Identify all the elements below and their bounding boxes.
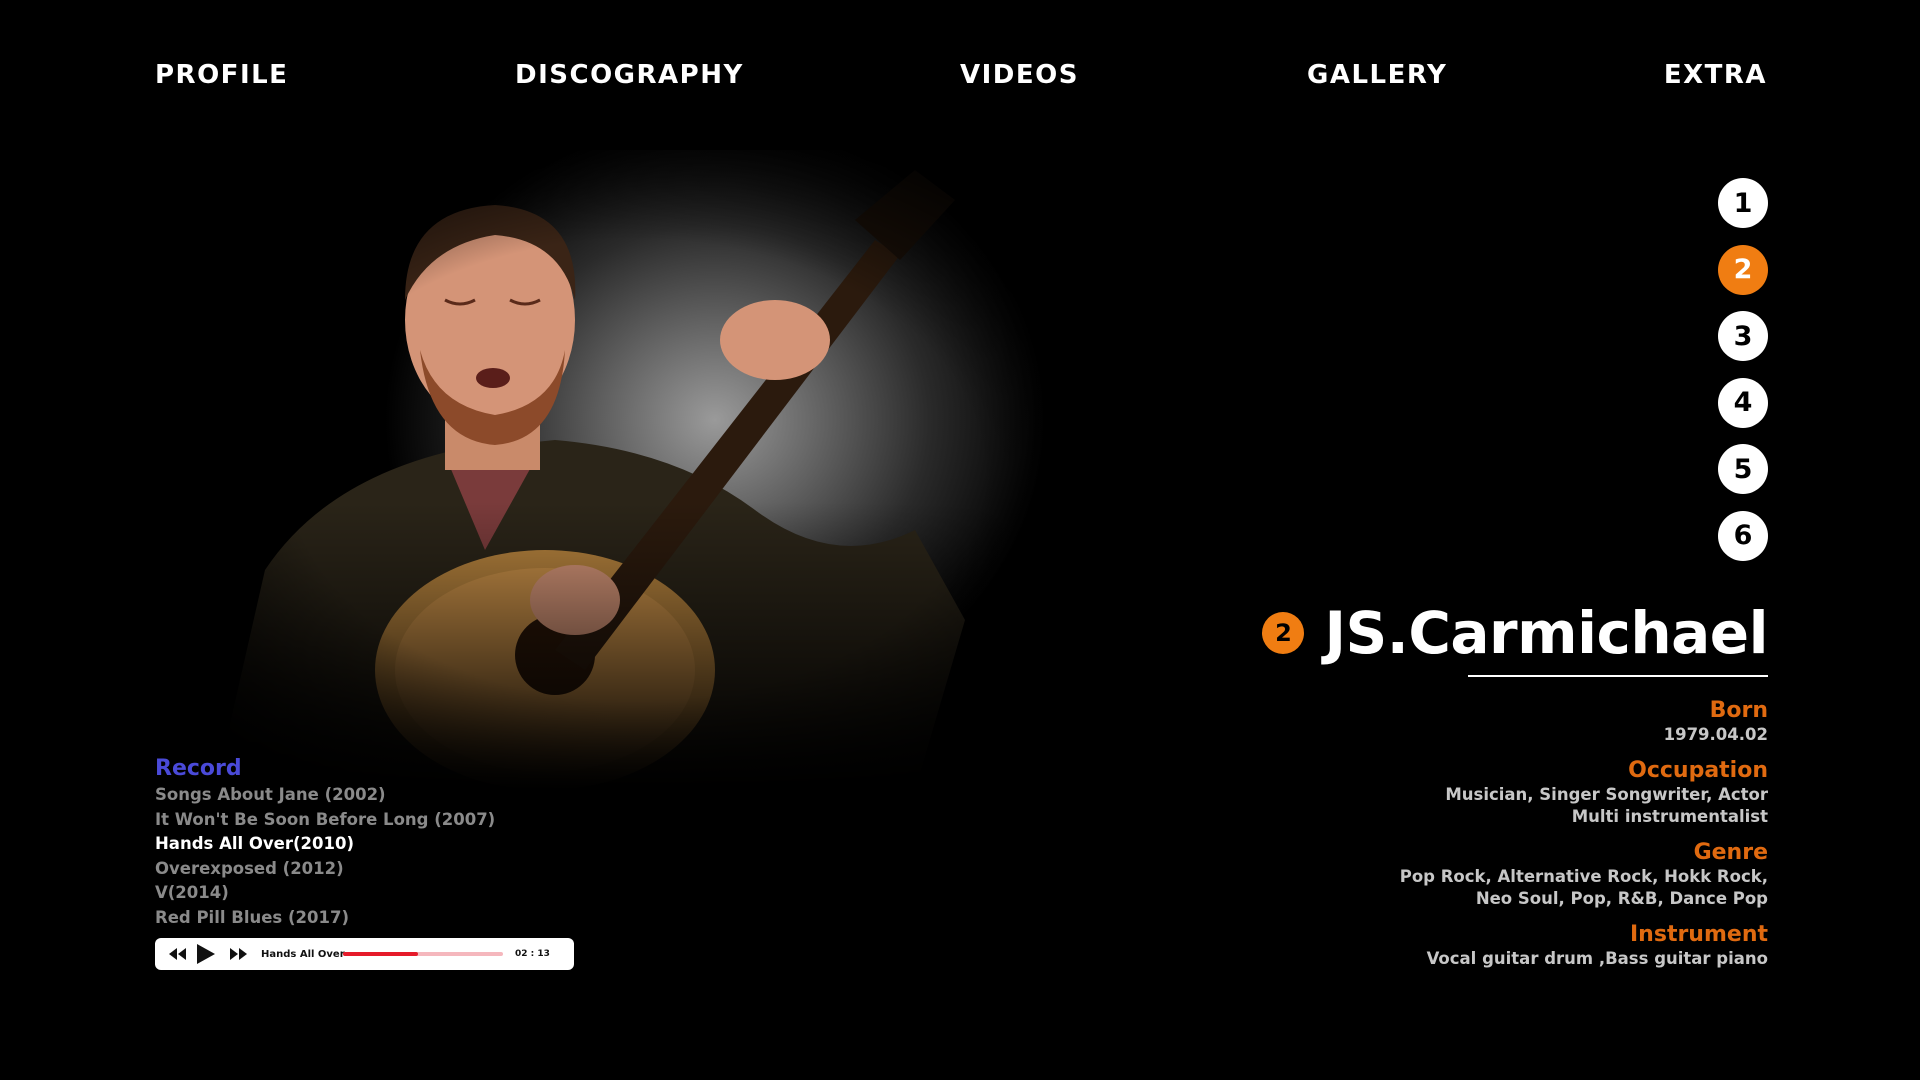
genre-label: Genre <box>1693 840 1768 865</box>
page-dot-3[interactable]: 3 <box>1718 311 1768 361</box>
born-value: 1979.04.02 <box>1663 725 1768 744</box>
page-dot-1[interactable]: 1 <box>1718 178 1768 228</box>
instrument-value: Vocal guitar drum ,Bass guitar piano <box>1426 949 1768 968</box>
record-title: Record <box>155 756 242 781</box>
track-title: Hands All Over <box>261 948 345 960</box>
record-item[interactable]: Songs About Jane (2002) <box>155 783 495 808</box>
record-list: Record Songs About Jane (2002) It Won't … <box>155 755 495 930</box>
page-dot-5[interactable]: 5 <box>1718 444 1768 494</box>
record-item[interactable]: V(2014) <box>155 881 495 906</box>
genre-value-line2: Neo Soul, Pop, R&B, Dance Pop <box>1475 889 1768 908</box>
page-dot-2[interactable]: 2 <box>1718 244 1768 295</box>
instrument-label: Instrument <box>1630 922 1768 947</box>
record-item[interactable]: Red Pill Blues (2017) <box>155 906 495 931</box>
audio-player: Hands All Over 02 : 13 <box>155 938 574 970</box>
nav-gallery[interactable]: GALLERY <box>1307 60 1447 90</box>
fast-forward-icon[interactable] <box>229 948 249 960</box>
artist-name: JS.Carmichael <box>1324 599 1768 667</box>
rewind-icon[interactable] <box>167 948 187 960</box>
artist-photo <box>155 150 1115 790</box>
born-group: Born 1979.04.02 <box>1208 698 1768 746</box>
occupation-value-line2: Multi instrumentalist <box>1571 807 1768 826</box>
artist-heading: 2 JS.Carmichael <box>1262 598 1768 668</box>
play-icon[interactable] <box>197 944 215 964</box>
page-dot-6[interactable]: 6 <box>1718 510 1768 561</box>
track-time: 02 : 13 <box>515 949 550 959</box>
record-item[interactable]: Overexposed (2012) <box>155 857 495 882</box>
nav-extra[interactable]: EXTRA <box>1664 60 1767 90</box>
nav-videos[interactable]: VIDEOS <box>960 60 1079 90</box>
artist-info: Born 1979.04.02 Occupation Musician, Sin… <box>1208 698 1768 982</box>
progress-bar[interactable] <box>343 952 503 956</box>
artist-page-badge: 2 <box>1262 612 1305 654</box>
progress-fill <box>343 952 419 956</box>
page-index: 1 2 3 4 5 6 <box>1718 178 1768 577</box>
record-item[interactable]: It Won't Be Soon Before Long (2007) <box>155 808 495 833</box>
genre-group: Genre Pop Rock, Alternative Rock, Hokk R… <box>1208 840 1768 910</box>
occupation-value-line1: Musician, Singer Songwriter, Actor <box>1445 785 1768 804</box>
genre-value-line1: Pop Rock, Alternative Rock, Hokk Rock, <box>1399 867 1768 886</box>
top-nav: PROFILE DISCOGRAPHY VIDEOS GALLERY EXTRA <box>155 60 1767 96</box>
nav-discography[interactable]: DISCOGRAPHY <box>515 60 744 90</box>
page-dot-4[interactable]: 4 <box>1718 377 1768 428</box>
occupation-label: Occupation <box>1628 758 1768 783</box>
occupation-group: Occupation Musician, Singer Songwriter, … <box>1208 758 1768 828</box>
born-label: Born <box>1709 698 1768 723</box>
instrument-group: Instrument Vocal guitar drum ,Bass guita… <box>1208 922 1768 970</box>
record-item-active[interactable]: Hands All Over(2010) <box>155 832 495 857</box>
divider <box>1468 675 1768 677</box>
nav-profile[interactable]: PROFILE <box>155 60 288 90</box>
